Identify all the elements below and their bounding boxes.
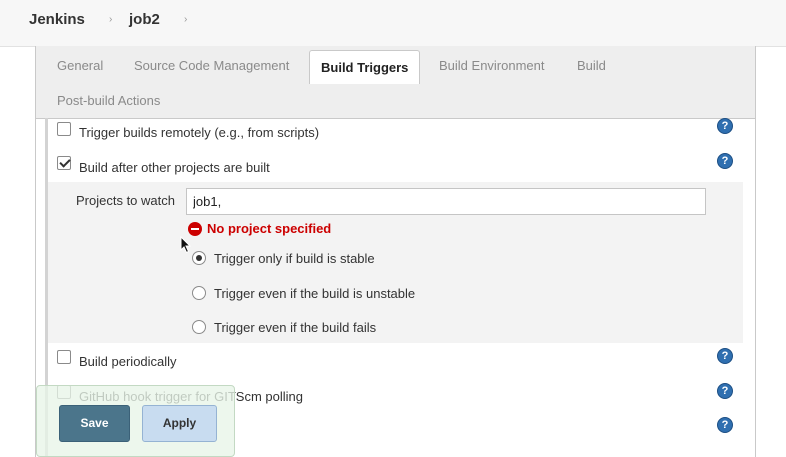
tab-post-build-actions[interactable]: Post-build Actions bbox=[57, 93, 160, 108]
radio-trigger-stable[interactable] bbox=[192, 251, 206, 265]
build-after-other-label: Build after other projects are built bbox=[79, 160, 270, 175]
build-periodically-checkbox[interactable] bbox=[57, 350, 71, 364]
radio-trigger-fails-label: Trigger even if the build fails bbox=[214, 320, 377, 335]
help-icon[interactable]: ? bbox=[717, 348, 733, 364]
build-periodically-label: Build periodically bbox=[79, 354, 177, 369]
tab-build-triggers[interactable]: Build Triggers bbox=[309, 50, 421, 84]
breadcrumb-job2[interactable]: job2 bbox=[129, 11, 160, 28]
help-icon[interactable]: ? bbox=[717, 417, 733, 433]
build-after-other-checkbox[interactable] bbox=[57, 156, 71, 170]
breadcrumb: Jenkins › job2 › bbox=[0, 0, 786, 47]
radio-trigger-unstable[interactable] bbox=[192, 286, 206, 300]
tab-source-code-management[interactable]: Source Code Management bbox=[134, 58, 289, 73]
breadcrumb-separator-icon: › bbox=[109, 14, 113, 25]
projects-to-watch-input[interactable] bbox=[186, 188, 706, 215]
tab-build[interactable]: Build bbox=[577, 58, 606, 73]
breadcrumb-jenkins[interactable]: Jenkins bbox=[29, 11, 85, 28]
radio-trigger-unstable-label: Trigger even if the build is unstable bbox=[214, 286, 416, 301]
error-message: No project specified bbox=[207, 221, 332, 236]
projects-to-watch-label: Projects to watch bbox=[76, 193, 175, 208]
apply-button[interactable]: Apply bbox=[142, 405, 217, 442]
mouse-pointer-icon bbox=[180, 236, 192, 254]
breadcrumb-separator-icon: › bbox=[184, 14, 188, 25]
config-tab-bar: General Source Code Management Build Tri… bbox=[36, 46, 755, 119]
trigger-remote-checkbox[interactable] bbox=[57, 122, 71, 136]
error-icon bbox=[188, 222, 202, 236]
trigger-remote-label: Trigger builds remotely (e.g., from scri… bbox=[79, 125, 320, 140]
radio-trigger-fails[interactable] bbox=[192, 320, 206, 334]
radio-trigger-stable-label: Trigger only if build is stable bbox=[214, 251, 375, 266]
help-icon[interactable]: ? bbox=[717, 383, 733, 399]
help-icon[interactable]: ? bbox=[717, 153, 733, 169]
help-icon[interactable]: ? bbox=[717, 118, 733, 134]
tab-build-environment[interactable]: Build Environment bbox=[439, 58, 545, 73]
tab-general[interactable]: General bbox=[57, 58, 103, 73]
config-frame-right-border bbox=[755, 46, 756, 457]
save-button[interactable]: Save bbox=[59, 405, 130, 442]
